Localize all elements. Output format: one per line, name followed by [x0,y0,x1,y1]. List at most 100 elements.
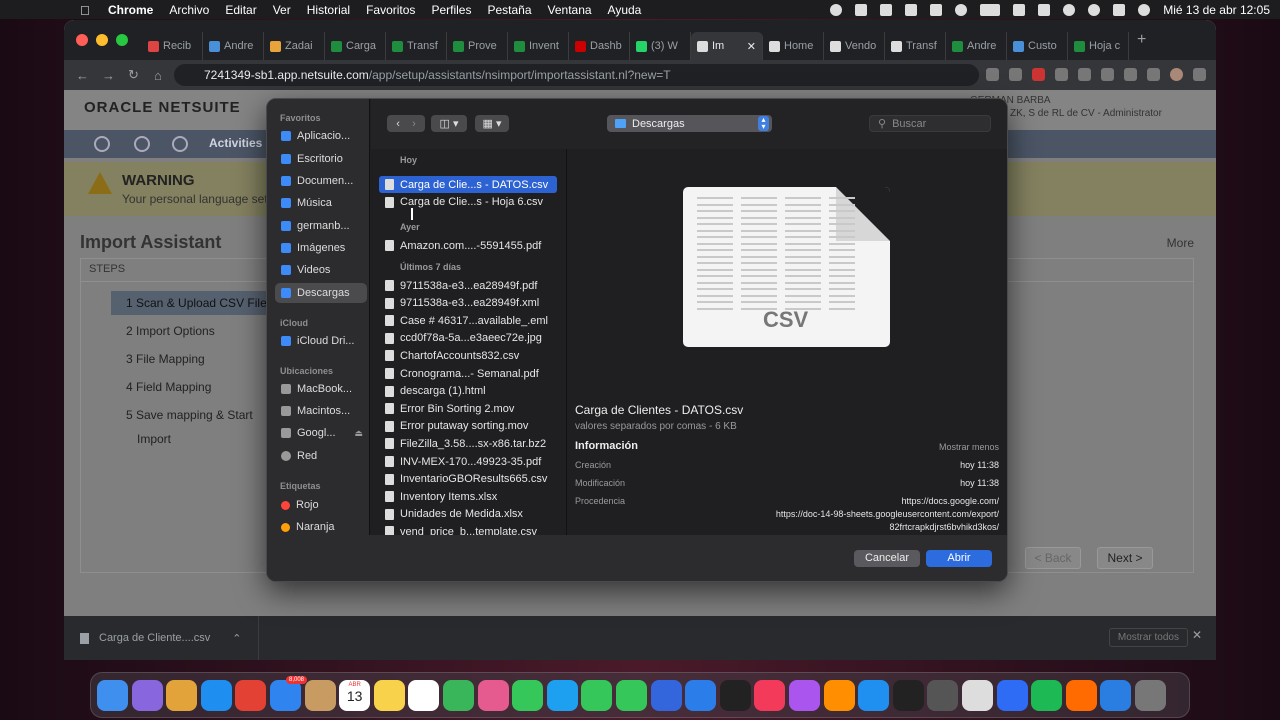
cancel-button[interactable]: Cancelar [854,550,920,567]
sidebar-item-home[interactable]: germanb... [275,216,367,236]
recent-icon[interactable] [94,136,110,152]
sap-icon[interactable] [650,680,682,711]
sidebar-item-google-drive[interactable]: Googl... ⏏ [275,423,367,443]
file-row[interactable]: vend_price_b...template.csv [379,523,557,535]
sidebar-item-macbook[interactable]: MacBook... [275,379,367,399]
home-icon[interactable]: ⌂ [154,68,168,83]
browser-tab[interactable]: Prove [447,32,508,60]
zoom-window-button[interactable] [116,34,128,46]
step-field-mapping[interactable]: 4 Field Mapping [111,375,269,399]
step-scan-upload[interactable]: 1 Scan & Upload CSV File [111,291,269,315]
file-row[interactable]: Error Bin Sorting 2.mov [379,400,557,417]
sidebar-tag-1[interactable]: Naranja [275,517,367,537]
siri-icon[interactable] [131,680,163,711]
file-row[interactable]: ChartofAccounts832.csv [379,347,557,364]
spotify-icon[interactable] [1031,680,1063,711]
launchpad-icon[interactable] [166,680,198,711]
sidebar-item-escritorio[interactable]: Escritorio [275,149,367,169]
browser-tab[interactable]: Home [763,32,824,60]
sidebar-tag-0[interactable]: Rojo [275,495,367,515]
view-columns-button[interactable]: ◫ ▾ [431,115,467,132]
sidebar-item-red[interactable]: Red [275,446,367,466]
menu-app-name[interactable]: Chrome [108,3,153,17]
browser-tab[interactable]: Transf [386,32,447,60]
safari-icon[interactable] [200,680,232,711]
contacts-icon[interactable] [304,680,336,711]
reload-icon[interactable]: ↻ [128,67,142,83]
keynote-icon[interactable] [685,680,717,711]
control-center-icon[interactable] [1113,3,1126,16]
file-row[interactable]: INV-MEX-170...49923-35.pdf [379,453,557,470]
sidebar-item-macintosh[interactable]: Macintos... [275,401,367,421]
file-row[interactable]: Carga de Clie...s - DATOS.csv [379,176,557,193]
finder-icon[interactable] [97,680,128,711]
more-link[interactable]: More [1167,236,1194,250]
calendar-icon[interactable]: ABR 13 [339,680,371,711]
show-less-link[interactable]: Mostrar menos [939,442,999,452]
apple-icon[interactable]:  [80,3,94,18]
step-import-options[interactable]: 2 Import Options [111,319,269,343]
menu-ventana[interactable]: Ventana [548,3,592,17]
menu-ayuda[interactable]: Ayuda [608,3,642,17]
file-row[interactable]: Carga de Clie...s - Hoja 6.csv [379,194,557,211]
document-icon[interactable] [962,680,993,711]
share-icon[interactable] [986,68,999,81]
sidebar-item-musica[interactable]: Música [275,193,367,213]
file-row[interactable]: descarga (1).html [379,383,557,400]
facetime-icon[interactable] [581,680,613,711]
puzzle-icon[interactable] [1124,68,1137,81]
adblock-icon[interactable] [1032,68,1045,81]
file-row[interactable]: Unidades de Medida.xlsx [379,506,557,523]
browser-tab[interactable]: Dashb [569,32,630,60]
browser-tab[interactable]: (3) W [630,32,691,60]
battery-icon[interactable] [980,3,1001,16]
back-button[interactable]: < Back [1025,547,1081,569]
profile-avatar[interactable] [1170,68,1183,81]
open-button[interactable]: Abrir [926,550,992,567]
forward-arrow-icon[interactable]: → [102,68,116,83]
new-tab-button[interactable]: + [1137,31,1146,49]
file-row[interactable]: Cronograma...- Semanal.pdf [379,365,557,382]
photos-icon[interactable] [477,680,509,711]
menu-ver[interactable]: Ver [273,3,291,17]
menu-perfiles[interactable]: Perfiles [431,3,471,17]
browser-tab[interactable]: Carga [325,32,386,60]
chevron-up-icon[interactable]: ⌃ [232,632,241,645]
screen-icon[interactable] [855,3,868,16]
group-button[interactable]: ▦ ▾ [475,115,509,132]
reminders-icon[interactable] [408,680,440,711]
browser-tab[interactable]: Hoja c [1068,32,1129,60]
numbers-icon[interactable] [616,680,647,711]
menu-favoritos[interactable]: Favoritos [366,3,415,17]
live-icon[interactable] [892,680,924,711]
bluetooth-icon[interactable] [1013,3,1026,16]
chevron-left-icon[interactable]: ‹ [396,118,400,130]
skype-icon[interactable] [546,680,578,711]
sync-icon[interactable] [880,3,893,16]
step-save-mapping[interactable]: 5 Save mapping & Start [111,403,269,427]
zoom-icon[interactable] [996,680,1028,711]
siri-icon[interactable] [1138,3,1151,16]
appstore-icon[interactable] [858,680,890,711]
quicktime-icon[interactable] [1100,680,1132,711]
trash-icon[interactable] [1135,680,1166,711]
messages-icon[interactable] [512,680,544,711]
browser-tab[interactable]: Zadai [264,32,325,60]
podcasts-icon[interactable] [789,680,820,711]
shield-icon[interactable] [930,3,943,16]
extension-icon[interactable] [1101,68,1114,81]
download-item[interactable]: Carga de Cliente....csv ⌃ [80,632,242,645]
record-icon[interactable] [830,3,843,16]
back-forward-buttons[interactable]: ‹ › [387,115,425,132]
step-file-mapping[interactable]: 3 File Mapping [111,347,269,371]
url-field[interactable]: 7241349-sb1.app.netsuite.com/app/setup/a… [174,64,979,86]
file-row[interactable]: Case # 46317...available_.eml [379,312,557,329]
star-icon[interactable] [1009,68,1022,81]
file-row[interactable]: Amazon.com....-5591455.pdf [379,237,557,254]
show-all-button[interactable]: Mostrar todos [1108,628,1188,647]
extension-icon[interactable] [1055,68,1068,81]
browser-tab[interactable]: Custo [1007,32,1068,60]
browser-tab[interactable]: Vendo [824,32,885,60]
nav-activities[interactable]: Activities [209,136,262,150]
file-row[interactable]: Error putaway sorting.mov [379,418,557,435]
